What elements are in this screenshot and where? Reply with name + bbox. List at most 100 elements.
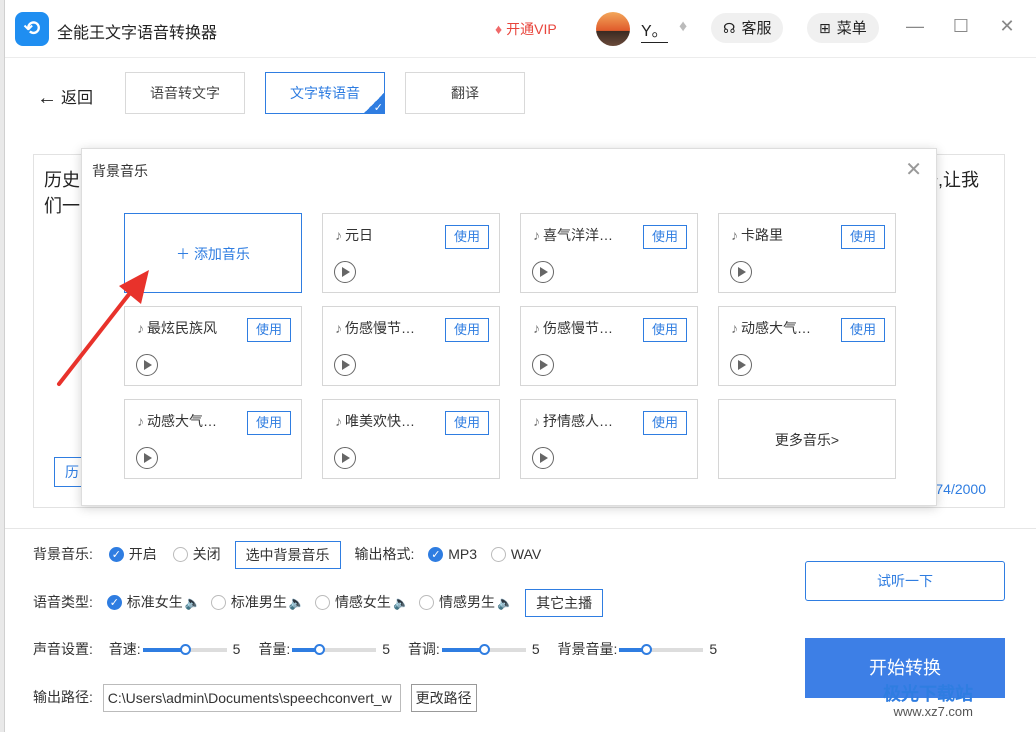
track-name: 伤感慢节… — [543, 320, 613, 336]
bg-off-option[interactable]: 关闭 — [172, 546, 221, 562]
bg-volume-slider[interactable] — [619, 644, 704, 656]
music-note-icon: ♪ — [533, 227, 540, 243]
radio-unchecked[interactable] — [490, 547, 506, 562]
menu-label: 菜单 — [836, 20, 867, 37]
use-button[interactable]: 使用 — [445, 225, 489, 249]
play-icon[interactable] — [730, 261, 752, 283]
radio-checked[interactable] — [108, 540, 124, 570]
slider-handle[interactable] — [179, 644, 191, 656]
bg-on-option[interactable]: 开启 — [108, 540, 157, 570]
speaker-icon[interactable]: 🔈 — [497, 595, 513, 610]
use-button[interactable]: 使用 — [445, 411, 489, 435]
change-path-button[interactable]: 更改路径 — [410, 684, 477, 713]
slider-handle[interactable] — [641, 644, 653, 656]
slider-handle[interactable] — [478, 644, 490, 656]
track-name: 抒情感人… — [543, 413, 613, 429]
music-card: ♪ 唯美欢快… 使用 — [322, 399, 500, 479]
output-path-field[interactable]: C:\Users\admin\Documents\speechconvert_w — [102, 684, 401, 713]
use-button[interactable]: 使用 — [841, 225, 885, 249]
radio-unchecked[interactable] — [172, 547, 188, 562]
other-anchor-button[interactable]: 其它主播 — [525, 589, 604, 618]
play-icon[interactable] — [730, 354, 752, 376]
slider-handle[interactable] — [314, 644, 326, 656]
radio-unchecked[interactable] — [314, 595, 330, 610]
speaker-icon[interactable]: 🔈 — [289, 595, 305, 610]
use-button[interactable]: 使用 — [247, 318, 291, 342]
voice-option[interactable]: 情感女生 🔈 — [314, 594, 409, 610]
play-icon[interactable] — [334, 447, 356, 469]
radio-unchecked[interactable] — [419, 595, 435, 610]
radio-checked[interactable] — [106, 588, 122, 618]
music-note-icon: ♪ — [731, 227, 738, 243]
option-label: 开启 — [128, 546, 157, 562]
speaker-icon[interactable]: 🔈 — [393, 595, 409, 610]
back-label: 返回 — [61, 90, 94, 107]
play-icon[interactable] — [334, 261, 356, 283]
option-label: 情感女生 — [334, 594, 391, 610]
speed-slider[interactable] — [142, 644, 227, 656]
service-button[interactable]: ☊ 客服 — [711, 13, 784, 43]
volume-slider[interactable] — [292, 644, 377, 656]
more-music-label: 更多音乐> — [774, 432, 840, 448]
track-name: 卡路里 — [741, 227, 783, 243]
use-button[interactable]: 使用 — [445, 318, 489, 342]
voice-option[interactable]: 标准女生🔈 — [106, 588, 201, 618]
bg-music-dialog: 背景音乐 ✕ ＋ 添加音乐 ♪ 元日 使用 ♪ 喜气洋洋… 使用 ♪ 卡路里 使用 ♪ 最炫民… — [81, 148, 937, 506]
radio-checked[interactable] — [428, 540, 444, 570]
close-icon[interactable]: ✕ — [905, 157, 922, 182]
play-icon[interactable] — [136, 447, 158, 469]
tab-label: 翻译 — [451, 85, 479, 101]
listen-button[interactable]: 试听一下 — [805, 561, 1005, 601]
grid-icon: ⊞ — [819, 20, 831, 36]
music-note-icon: ♪ — [533, 320, 540, 336]
voice-option[interactable]: 情感男生 🔈 — [419, 594, 513, 610]
maximize-icon[interactable]: ☐ — [949, 16, 973, 37]
play-icon[interactable] — [532, 261, 554, 283]
music-card: ♪ 动感大气… 使用 — [718, 306, 896, 386]
use-button[interactable]: 使用 — [643, 225, 687, 249]
use-button[interactable]: 使用 — [643, 411, 687, 435]
option-label: 标准男生 — [230, 594, 287, 610]
editor-line-2-start: 们一 — [44, 196, 80, 216]
username[interactable]: Y。 — [641, 17, 668, 43]
use-button[interactable]: 使用 — [841, 318, 885, 342]
minimize-icon[interactable]: — — [903, 16, 927, 37]
vip-link[interactable]: ♦ 开通VIP — [495, 19, 557, 39]
mp3-option[interactable]: MP3 — [428, 540, 477, 570]
app-window: ⟲ 全能王文字语音转换器 ♦ 开通VIP Y。 ♦ ☊ 客服 ⊞ 菜单 — ☐ ✕ ←… — [4, 0, 1036, 732]
diamond-icon: ♦ — [495, 21, 503, 37]
close-icon[interactable]: ✕ — [995, 16, 1019, 37]
dialog-title: 背景音乐 — [92, 163, 148, 179]
option-label: 标准女生 — [126, 594, 183, 610]
voice-type-row: 语音类型: 标准女生🔈 标准男生🔈 情感女生🔈 情感男生🔈 其它主播 — [33, 587, 604, 618]
tab-speech-to-text[interactable]: 语音转文字 — [125, 72, 245, 114]
bg-volume-label: 背景音量: — [557, 641, 618, 657]
tab-translate[interactable]: 翻译 — [405, 72, 525, 114]
play-icon[interactable] — [532, 447, 554, 469]
use-button[interactable]: 使用 — [643, 318, 687, 342]
music-note-icon: ♪ — [731, 320, 738, 336]
vip-badge-icon: ♦ — [679, 18, 688, 35]
radio-unchecked[interactable] — [210, 595, 226, 610]
music-card: ♪ 抒情感人… 使用 — [520, 399, 698, 479]
track-name: 喜气洋洋… — [543, 227, 613, 243]
more-music-button[interactable]: 更多音乐> — [718, 399, 896, 479]
wav-option[interactable]: WAV — [490, 546, 542, 562]
pitch-slider[interactable] — [441, 644, 526, 656]
back-button[interactable]: ← 返回 — [37, 84, 93, 110]
char-count: 74/2000 — [935, 481, 986, 497]
play-icon[interactable] — [532, 354, 554, 376]
track-name: 元日 — [345, 227, 373, 243]
play-icon[interactable] — [334, 354, 356, 376]
use-button[interactable]: 使用 — [247, 411, 291, 435]
avatar[interactable] — [596, 12, 630, 46]
bg-volume-value: 5 — [709, 641, 718, 657]
tab-text-to-speech[interactable]: 文字转语音 ✓ — [265, 72, 385, 114]
music-card: ♪ 伤感慢节… 使用 — [520, 306, 698, 386]
option-label: WAV — [510, 546, 542, 562]
voice-option[interactable]: 标准男生 🔈 — [210, 594, 305, 610]
speaker-icon[interactable]: 🔈 — [185, 595, 201, 610]
select-bg-music-button[interactable]: 选中背景音乐 — [234, 541, 341, 570]
menu-button[interactable]: ⊞ 菜单 — [807, 13, 879, 43]
speed-label: 音速: — [108, 641, 141, 657]
